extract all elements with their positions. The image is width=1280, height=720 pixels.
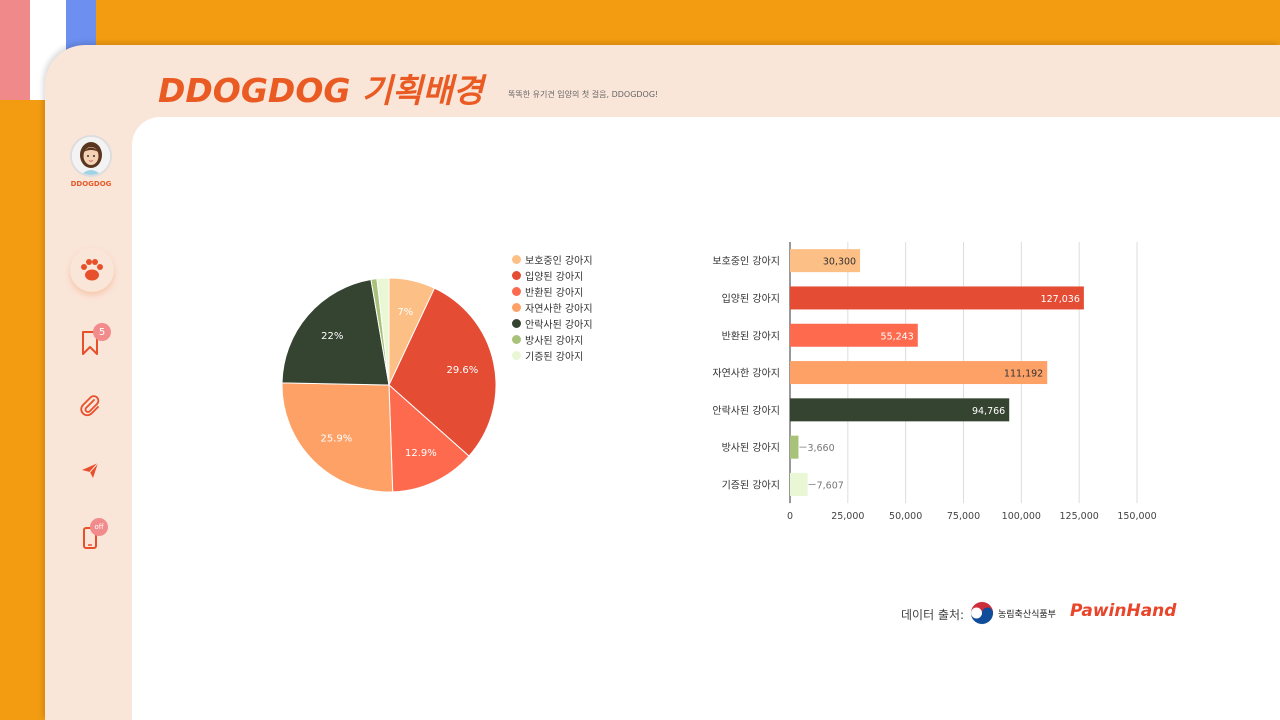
send-icon [82, 462, 99, 478]
pie-slice-label: 12.9% [405, 448, 437, 459]
bar-value-label: 127,036 [1041, 294, 1080, 305]
sidebar-item-attachment[interactable] [77, 393, 103, 419]
x-tick-label: 100,000 [1002, 511, 1041, 522]
pie-slice-label: 7% [397, 307, 413, 318]
bar-value-label: 55,243 [881, 331, 914, 342]
bar-chart: 0 25,000 50,000 75,000 100,000 125,000 150,000… [712, 242, 1157, 522]
y-category-label: 방사된 강아지 [722, 442, 780, 454]
phone-badge: off [90, 518, 108, 536]
legend-label: 보호중인 강아지 [525, 255, 593, 267]
legend-label: 반환된 강아지 [525, 287, 584, 299]
x-tick-label: 50,000 [889, 511, 922, 522]
legend-swatch [512, 350, 521, 360]
bar-value-label: 30,300 [823, 257, 856, 268]
bar-value-label: 111,192 [1004, 369, 1043, 380]
legend-swatch [512, 286, 521, 296]
legend-label: 자연사한 강아지 [525, 303, 593, 315]
legend-swatch [512, 334, 521, 344]
x-tick-label: 150,000 [1117, 511, 1156, 522]
gov-name: 농림축산식품부 [998, 610, 1056, 620]
pie-slice-label: 22% [321, 331, 343, 342]
page-title: DDOGDOG 기획배경 [158, 71, 484, 110]
legend-swatch [512, 254, 521, 264]
paw-icon [81, 259, 103, 281]
avatar-name: DDOGDOG [70, 180, 112, 188]
legend-swatch [512, 270, 521, 280]
bar-value-label: 3,660 [807, 443, 834, 454]
legend-item: 기증된 강아지 [512, 347, 593, 363]
x-tick-label: 25,000 [831, 511, 864, 522]
bar [790, 472, 808, 496]
sidebar-item-home[interactable] [70, 248, 114, 292]
bar-value-label: 94,766 [972, 406, 1005, 417]
avatar[interactable] [70, 135, 112, 177]
bar [790, 435, 799, 459]
legend-item: 입양된 강아지 [512, 267, 593, 283]
legend-label: 기증된 강아지 [525, 351, 584, 363]
page-subtitle: 똑똑한 유기견 입양의 첫 걸음, DDOGDOG! [508, 90, 659, 99]
avatar-icon [72, 137, 110, 175]
y-category-label: 반환된 강아지 [722, 330, 780, 342]
paperclip-icon [80, 395, 100, 417]
y-category-label: 안락사된 강아지 [712, 405, 780, 417]
gov-logo-icon [970, 601, 994, 625]
x-tick-label: 125,000 [1060, 511, 1099, 522]
y-category-label: 기증된 강아지 [722, 479, 780, 491]
y-category-label: 입양된 강아지 [722, 292, 780, 305]
pie-legend: 보호중인 강아지입양된 강아지반환된 강아지자연사한 강아지안락사된 강아지방사… [512, 251, 593, 363]
legend-swatch [512, 318, 521, 328]
brand-logo: PawinHand [1070, 601, 1177, 621]
legend-item: 방사된 강아지 [512, 331, 593, 347]
sidebar-item-send[interactable] [78, 458, 102, 482]
bookmark-badge: 5 [93, 323, 111, 341]
legend-swatch [512, 302, 521, 312]
legend-label: 입양된 강아지 [525, 271, 584, 283]
x-tick-label: 0 [787, 511, 793, 522]
pie-slice-label: 25.9% [321, 433, 353, 444]
legend-item: 반환된 강아지 [512, 283, 593, 299]
pie-chart: 7% 29.6% 12.9% 25.9% 22% [281, 277, 497, 493]
legend-item: 자연사한 강아지 [512, 299, 593, 315]
legend-label: 안락사된 강아지 [525, 319, 593, 331]
data-source-label: 데이터 출처: [901, 608, 965, 622]
pie-slice-label: 29.6% [446, 365, 478, 376]
bar-value-label: 7,607 [817, 480, 844, 491]
x-tick-label: 75,000 [947, 511, 980, 522]
y-category-label: 보호중인 강아지 [712, 256, 780, 268]
y-category-label: 자연사한 강아지 [712, 368, 780, 380]
legend-item: 보호중인 강아지 [512, 251, 593, 267]
legend-item: 안락사된 강아지 [512, 315, 593, 331]
legend-label: 방사된 강아지 [525, 335, 584, 347]
